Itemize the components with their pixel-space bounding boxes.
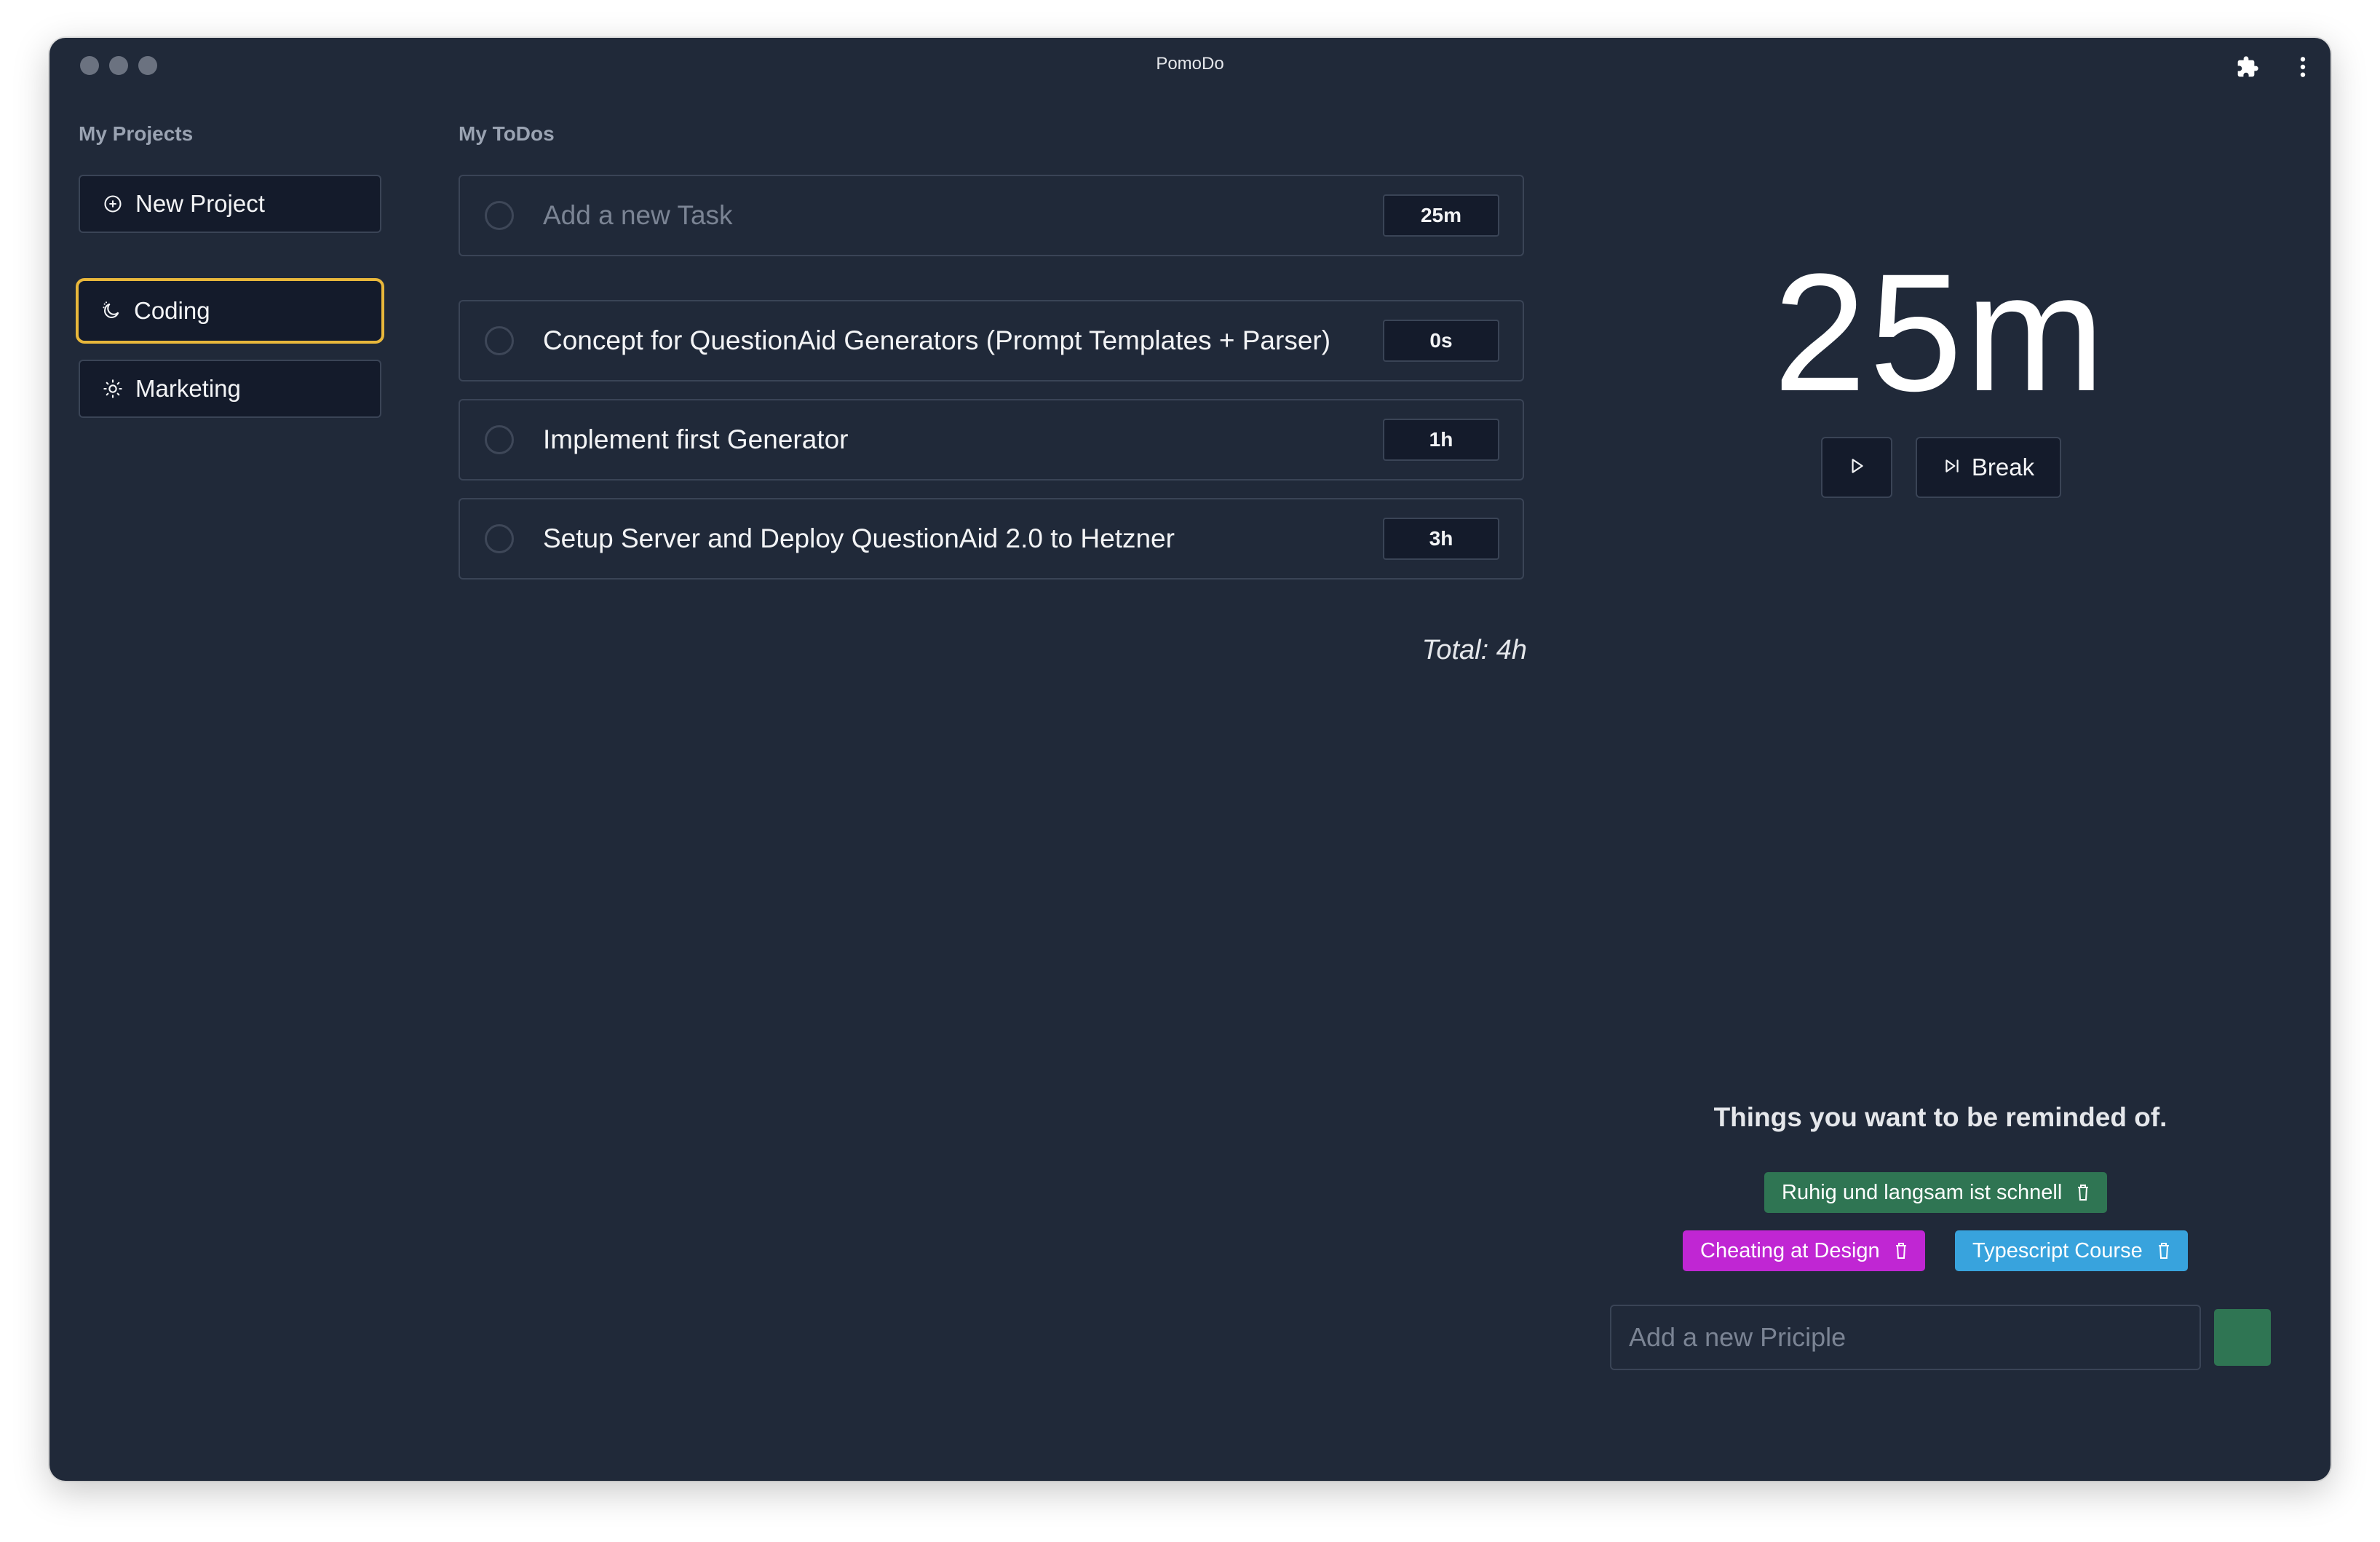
- app-window: PomoDo My Projects New Project Coding Ma…: [49, 38, 2331, 1481]
- reminder-label: Cheating at Design: [1700, 1238, 1880, 1262]
- new-project-label: New Project: [135, 190, 265, 217]
- extensions-icon[interactable]: [2233, 52, 2262, 82]
- reminder-label: Ruhig und langsam ist schnell: [1782, 1180, 2063, 1204]
- new-task-row[interactable]: Add a new Task 25m: [459, 175, 1524, 256]
- sun-icon: [102, 378, 124, 400]
- project-item-label: Marketing: [135, 375, 241, 402]
- skip-forward-icon: [1943, 454, 1961, 481]
- task-title[interactable]: Implement first Generator: [543, 424, 848, 455]
- task-duration[interactable]: 1h: [1383, 419, 1499, 461]
- timer-display: 25m: [1773, 239, 2108, 426]
- task-row: Setup Server and Deploy QuestionAid 2.0 …: [459, 498, 1524, 580]
- reminder-tag: Typescript Course: [1955, 1230, 2188, 1271]
- task-title[interactable]: Concept for QuestionAid Generators (Prom…: [543, 325, 1330, 356]
- task-checkbox[interactable]: [485, 425, 514, 454]
- task-title[interactable]: Setup Server and Deploy QuestionAid 2.0 …: [543, 523, 1175, 554]
- new-project-button[interactable]: New Project: [79, 175, 381, 233]
- new-task-input[interactable]: Add a new Task: [543, 200, 733, 231]
- add-principle-button[interactable]: [2214, 1309, 2271, 1366]
- trash-icon[interactable]: [2157, 1241, 2170, 1260]
- reminder-tag: Cheating at Design: [1683, 1230, 1925, 1271]
- project-item-label: Coding: [134, 297, 210, 324]
- project-item-marketing[interactable]: Marketing: [79, 360, 381, 418]
- more-options-icon[interactable]: [2288, 52, 2317, 82]
- new-principle-input[interactable]: [1610, 1305, 2201, 1370]
- projects-heading: My Projects: [79, 122, 194, 145]
- task-checkbox: [485, 201, 514, 230]
- task-duration[interactable]: 3h: [1383, 518, 1499, 560]
- project-item-coding[interactable]: Coding: [76, 278, 384, 344]
- app-title: PomoDo: [1156, 54, 1224, 74]
- task-row: Concept for QuestionAid Generators (Prom…: [459, 300, 1524, 381]
- task-duration[interactable]: 0s: [1383, 320, 1499, 362]
- break-label: Break: [1971, 454, 2035, 481]
- trash-icon[interactable]: [2076, 1183, 2090, 1202]
- reminders-heading: Things you want to be reminded of.: [1713, 1102, 2167, 1132]
- reminder-label: Typescript Course: [1972, 1238, 2143, 1262]
- task-checkbox[interactable]: [485, 524, 514, 553]
- total-duration: Total: 4h: [1421, 635, 1527, 665]
- play-icon: [1847, 454, 1866, 481]
- task-row: Implement first Generator 1h: [459, 399, 1524, 481]
- break-button[interactable]: Break: [1916, 437, 2061, 498]
- todos-heading: My ToDos: [459, 122, 555, 145]
- plus-circle-icon: [102, 193, 124, 215]
- moon-icon: [100, 300, 122, 322]
- new-task-duration-input[interactable]: 25m: [1383, 194, 1499, 237]
- reminder-tag: Ruhig und langsam ist schnell: [1764, 1172, 2108, 1213]
- trash-icon[interactable]: [1895, 1241, 1908, 1260]
- task-checkbox[interactable]: [485, 326, 514, 355]
- play-button[interactable]: [1821, 437, 1892, 498]
